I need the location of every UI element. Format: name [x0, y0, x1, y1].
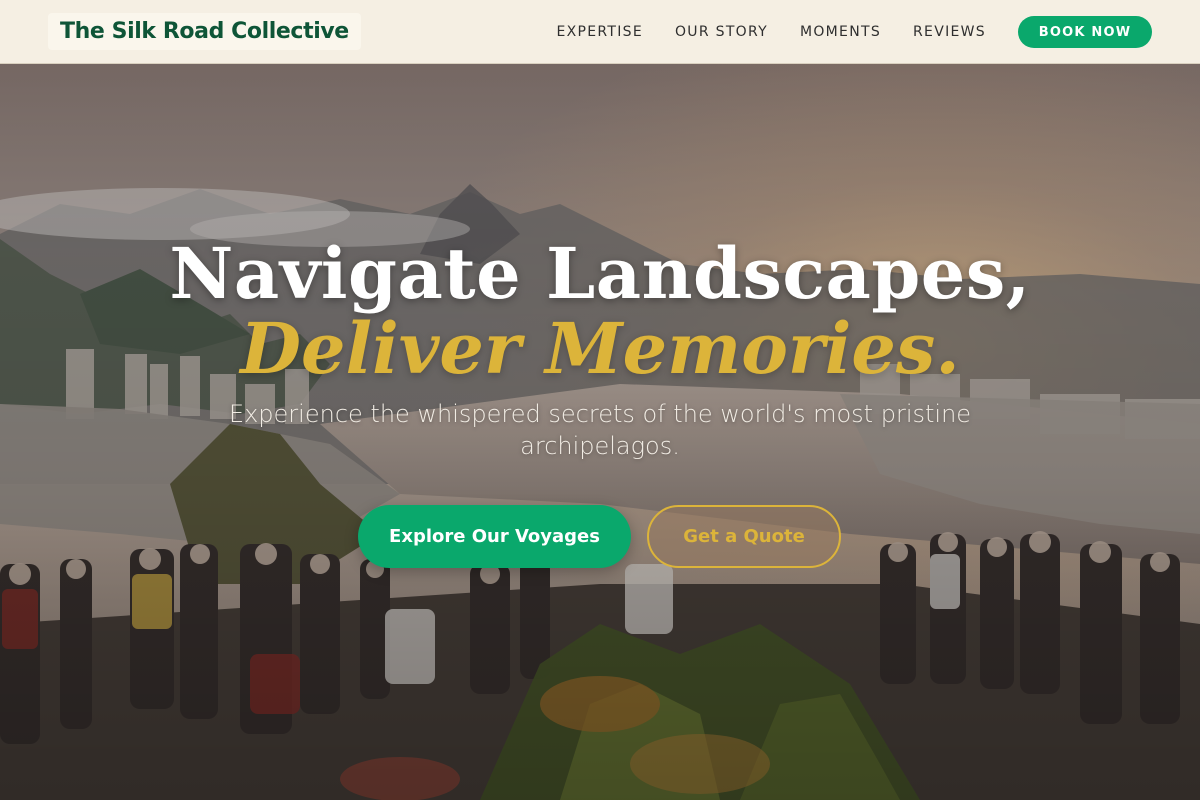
top-navbar: The Silk Road Collective EXPERTISE OUR S…: [0, 0, 1200, 64]
logo-text: The Silk Road Collective: [60, 19, 349, 44]
get-quote-button[interactable]: Get a Quote: [647, 505, 841, 568]
explore-voyages-button[interactable]: Explore Our Voyages: [358, 505, 631, 568]
nav-link-reviews[interactable]: REVIEWS: [913, 24, 986, 40]
nav-link-our-story[interactable]: OUR STORY: [675, 24, 768, 40]
nav-link-moments[interactable]: MOMENTS: [800, 24, 881, 40]
hero-headline-line1: Navigate Landscapes,: [169, 232, 1031, 315]
hero-subtitle: Experience the whispered secrets of the …: [228, 400, 972, 460]
book-now-button[interactable]: BOOK NOW: [1018, 16, 1152, 48]
main-nav: EXPERTISE OUR STORY MOMENTS REVIEWS: [556, 0, 986, 64]
site-logo[interactable]: The Silk Road Collective: [48, 13, 361, 50]
hero-headline-line2: Deliver Memories.: [240, 307, 960, 390]
nav-link-expertise[interactable]: EXPERTISE: [556, 24, 643, 40]
hero-section: Navigate Landscapes, Deliver Memories. E…: [0, 64, 1200, 800]
